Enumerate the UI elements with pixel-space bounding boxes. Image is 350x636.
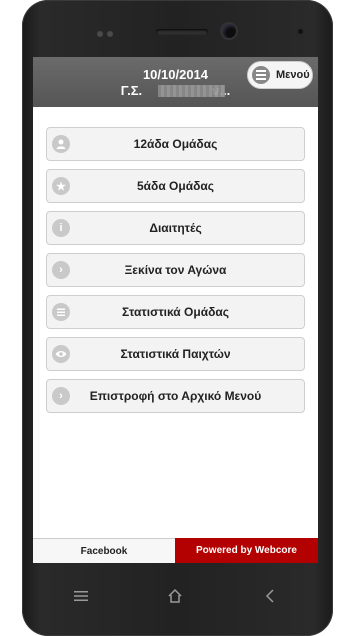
speaker-dot xyxy=(107,31,113,37)
main-menu-list: 12άδα Ομάδας ★ 5άδα Ομάδας i Διαιτητές ›… xyxy=(46,127,305,421)
menu-item-player-stats[interactable]: Στατιστικά Παιχτών xyxy=(46,337,305,371)
app-footer: Facebook Powered by Webcore xyxy=(33,538,318,563)
speaker-dots xyxy=(97,30,121,38)
earpiece xyxy=(156,29,208,35)
front-camera xyxy=(222,24,236,38)
menu-item-label: 12άδα Ομάδας xyxy=(133,137,218,151)
menu-item-label: Ξεκίνα τον Αγώνα xyxy=(124,263,227,277)
back-key-icon[interactable] xyxy=(258,586,282,606)
menu-key-icon[interactable] xyxy=(69,586,93,606)
redacted-text xyxy=(158,85,225,97)
menu-item-team-5[interactable]: ★ 5άδα Ομάδας xyxy=(46,169,305,203)
chevron-right-icon: › xyxy=(52,261,70,279)
menu-button[interactable]: Μενού xyxy=(247,61,313,89)
speaker-dot xyxy=(97,31,103,37)
app-header: 10/10/2014 Γ.Σ.ν... Μενού xyxy=(33,57,318,107)
menu-item-label: 5άδα Ομάδας xyxy=(137,179,214,193)
list-icon xyxy=(52,303,70,321)
user-icon xyxy=(52,135,70,153)
light-sensor xyxy=(298,29,303,34)
info-icon: i xyxy=(52,219,70,237)
facebook-link[interactable]: Facebook xyxy=(33,538,175,563)
home-key-icon[interactable] xyxy=(163,586,187,606)
menu-item-label: Επιστροφή στο Αρχικό Μενού xyxy=(89,389,262,403)
powered-by-link[interactable]: Powered by Webcore xyxy=(175,538,318,563)
menu-button-label: Μενού xyxy=(276,69,310,81)
star-icon: ★ xyxy=(52,177,70,195)
android-nav-bar xyxy=(33,580,318,612)
menu-item-label: Στατιστικά Ομάδας xyxy=(122,305,229,319)
menu-item-start-match[interactable]: › Ξεκίνα τον Αγώνα xyxy=(46,253,305,287)
menu-item-referees[interactable]: i Διαιτητές xyxy=(46,211,305,245)
menu-item-team-stats[interactable]: Στατιστικά Ομάδας xyxy=(46,295,305,329)
hamburger-icon xyxy=(252,66,270,84)
menu-item-team-12[interactable]: 12άδα Ομάδας xyxy=(46,127,305,161)
eye-icon xyxy=(52,345,70,363)
chevron-right-icon: › xyxy=(52,387,70,405)
menu-item-label: Στατιστικά Παιχτών xyxy=(120,347,231,361)
app-screen: 10/10/2014 Γ.Σ.ν... Μενού 12άδα Ομάδας ★… xyxy=(33,57,318,563)
menu-item-label: Διαιτητές xyxy=(149,221,202,235)
menu-item-back-to-main[interactable]: › Επιστροφή στο Αρχικό Μενού xyxy=(46,379,305,413)
